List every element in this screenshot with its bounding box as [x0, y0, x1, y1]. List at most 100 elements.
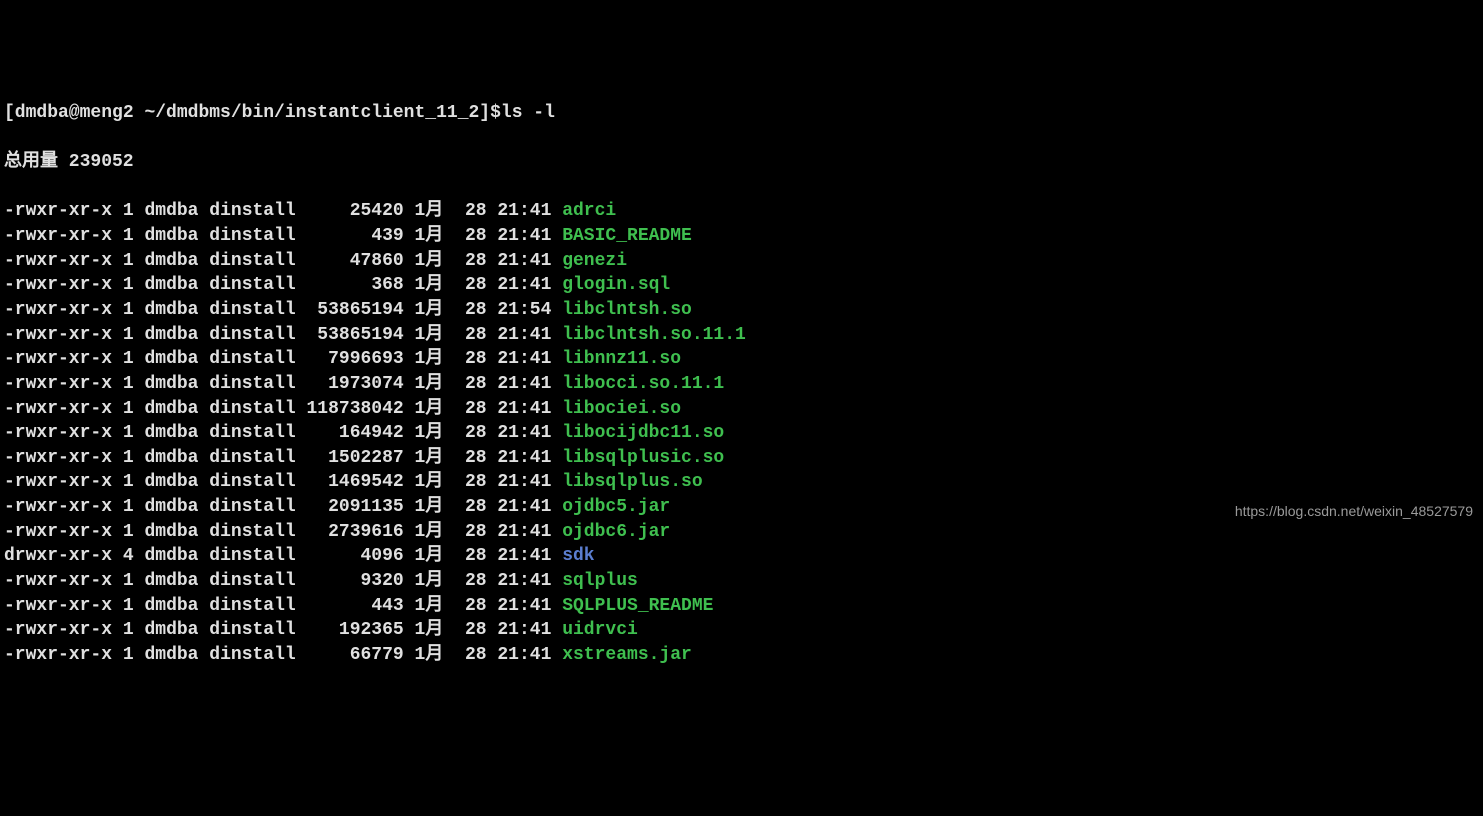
table-row: -rwxr-xr-x 1 dmdba dinstall164942 1月 28 … [4, 421, 1479, 446]
col-time: 21:41 [497, 546, 551, 566]
col-group: dinstall [209, 546, 295, 566]
col-size: 9320 [296, 569, 404, 594]
col-links: 1 [123, 251, 134, 271]
col-filename: sqlplus [562, 571, 638, 591]
col-time: 21:41 [497, 226, 551, 246]
col-links: 1 [123, 645, 134, 665]
col-time: 21:41 [497, 201, 551, 221]
col-filename: libnnz11.so [562, 349, 681, 369]
col-owner: dmdba [144, 645, 198, 665]
col-owner: dmdba [144, 251, 198, 271]
col-time: 21:41 [497, 448, 551, 468]
col-owner: dmdba [144, 448, 198, 468]
table-row: -rwxr-xr-x 1 dmdba dinstall66779 1月 28 2… [4, 643, 1479, 668]
col-month: 1月 [415, 571, 444, 591]
col-size: 118738042 [296, 397, 404, 422]
col-day: 28 [465, 596, 487, 616]
col-owner: dmdba [144, 399, 198, 419]
col-month: 1月 [415, 275, 444, 295]
col-permissions: -rwxr-xr-x [4, 620, 112, 640]
col-time: 21:41 [497, 571, 551, 591]
col-group: dinstall [209, 399, 295, 419]
col-owner: dmdba [144, 423, 198, 443]
col-time: 21:41 [497, 522, 551, 542]
col-links: 4 [123, 546, 134, 566]
col-permissions: -rwxr-xr-x [4, 399, 112, 419]
col-links: 1 [123, 596, 134, 616]
col-permissions: -rwxr-xr-x [4, 349, 112, 369]
col-month: 1月 [415, 251, 444, 271]
col-time: 21:41 [497, 472, 551, 492]
col-size: 47860 [296, 249, 404, 274]
col-permissions: -rwxr-xr-x [4, 275, 112, 295]
col-group: dinstall [209, 349, 295, 369]
table-row: -rwxr-xr-x 1 dmdba dinstall53865194 1月 2… [4, 323, 1479, 348]
table-row: -rwxr-xr-x 1 dmdba dinstall1502287 1月 28… [4, 446, 1479, 471]
col-group: dinstall [209, 620, 295, 640]
watermark: https://blog.csdn.net/weixin_48527579 [1235, 502, 1473, 521]
col-links: 1 [123, 399, 134, 419]
table-row: -rwxr-xr-x 1 dmdba dinstall53865194 1月 2… [4, 298, 1479, 323]
col-links: 1 [123, 448, 134, 468]
col-day: 28 [465, 472, 487, 492]
command-text: ls -l [501, 103, 555, 123]
prompt-line[interactable]: [dmdba@meng2 ~/dmdbms/bin/instantclient_… [4, 101, 1479, 126]
col-permissions: drwxr-xr-x [4, 546, 112, 566]
col-links: 1 [123, 275, 134, 295]
col-links: 1 [123, 423, 134, 443]
table-row: -rwxr-xr-x 1 dmdba dinstall368 1月 28 21:… [4, 273, 1479, 298]
col-month: 1月 [415, 325, 444, 345]
table-row: -rwxr-xr-x 1 dmdba dinstall25420 1月 28 2… [4, 199, 1479, 224]
col-permissions: -rwxr-xr-x [4, 522, 112, 542]
col-month: 1月 [415, 226, 444, 246]
col-filename: ojdbc6.jar [562, 522, 670, 542]
col-day: 28 [465, 349, 487, 369]
col-month: 1月 [415, 497, 444, 517]
col-size: 192365 [296, 618, 404, 643]
col-time: 21:41 [497, 325, 551, 345]
col-permissions: -rwxr-xr-x [4, 226, 112, 246]
col-size: 439 [296, 224, 404, 249]
col-owner: dmdba [144, 522, 198, 542]
col-size: 443 [296, 594, 404, 619]
col-group: dinstall [209, 300, 295, 320]
col-size: 368 [296, 273, 404, 298]
table-row: -rwxr-xr-x 1 dmdba dinstall9320 1月 28 21… [4, 569, 1479, 594]
col-permissions: -rwxr-xr-x [4, 645, 112, 665]
col-permissions: -rwxr-xr-x [4, 596, 112, 616]
col-links: 1 [123, 620, 134, 640]
col-day: 28 [465, 571, 487, 591]
prompt-path: ~/dmdbms/bin/instantclient_11_2 [144, 103, 479, 123]
col-size: 1469542 [296, 470, 404, 495]
col-day: 28 [465, 399, 487, 419]
col-day: 28 [465, 226, 487, 246]
col-time: 21:54 [497, 300, 551, 320]
col-permissions: -rwxr-xr-x [4, 374, 112, 394]
col-day: 28 [465, 645, 487, 665]
col-month: 1月 [415, 201, 444, 221]
col-permissions: -rwxr-xr-x [4, 300, 112, 320]
col-links: 1 [123, 374, 134, 394]
col-owner: dmdba [144, 349, 198, 369]
col-size: 164942 [296, 421, 404, 446]
col-filename: sdk [562, 546, 594, 566]
col-owner: dmdba [144, 472, 198, 492]
col-month: 1月 [415, 423, 444, 443]
table-row: -rwxr-xr-x 1 dmdba dinstall439 1月 28 21:… [4, 224, 1479, 249]
prompt-user-host: [dmdba@meng2 [4, 103, 144, 123]
total-line: 总用量 239052 [4, 150, 1479, 175]
table-row: -rwxr-xr-x 1 dmdba dinstall2739616 1月 28… [4, 520, 1479, 545]
col-links: 1 [123, 325, 134, 345]
col-filename: genezi [562, 251, 627, 271]
col-group: dinstall [209, 201, 295, 221]
col-group: dinstall [209, 497, 295, 517]
prompt-suffix: ]$ [479, 103, 501, 123]
col-size: 1502287 [296, 446, 404, 471]
col-owner: dmdba [144, 596, 198, 616]
col-permissions: -rwxr-xr-x [4, 497, 112, 517]
col-permissions: -rwxr-xr-x [4, 448, 112, 468]
col-links: 1 [123, 522, 134, 542]
col-time: 21:41 [497, 620, 551, 640]
col-size: 2739616 [296, 520, 404, 545]
col-owner: dmdba [144, 546, 198, 566]
